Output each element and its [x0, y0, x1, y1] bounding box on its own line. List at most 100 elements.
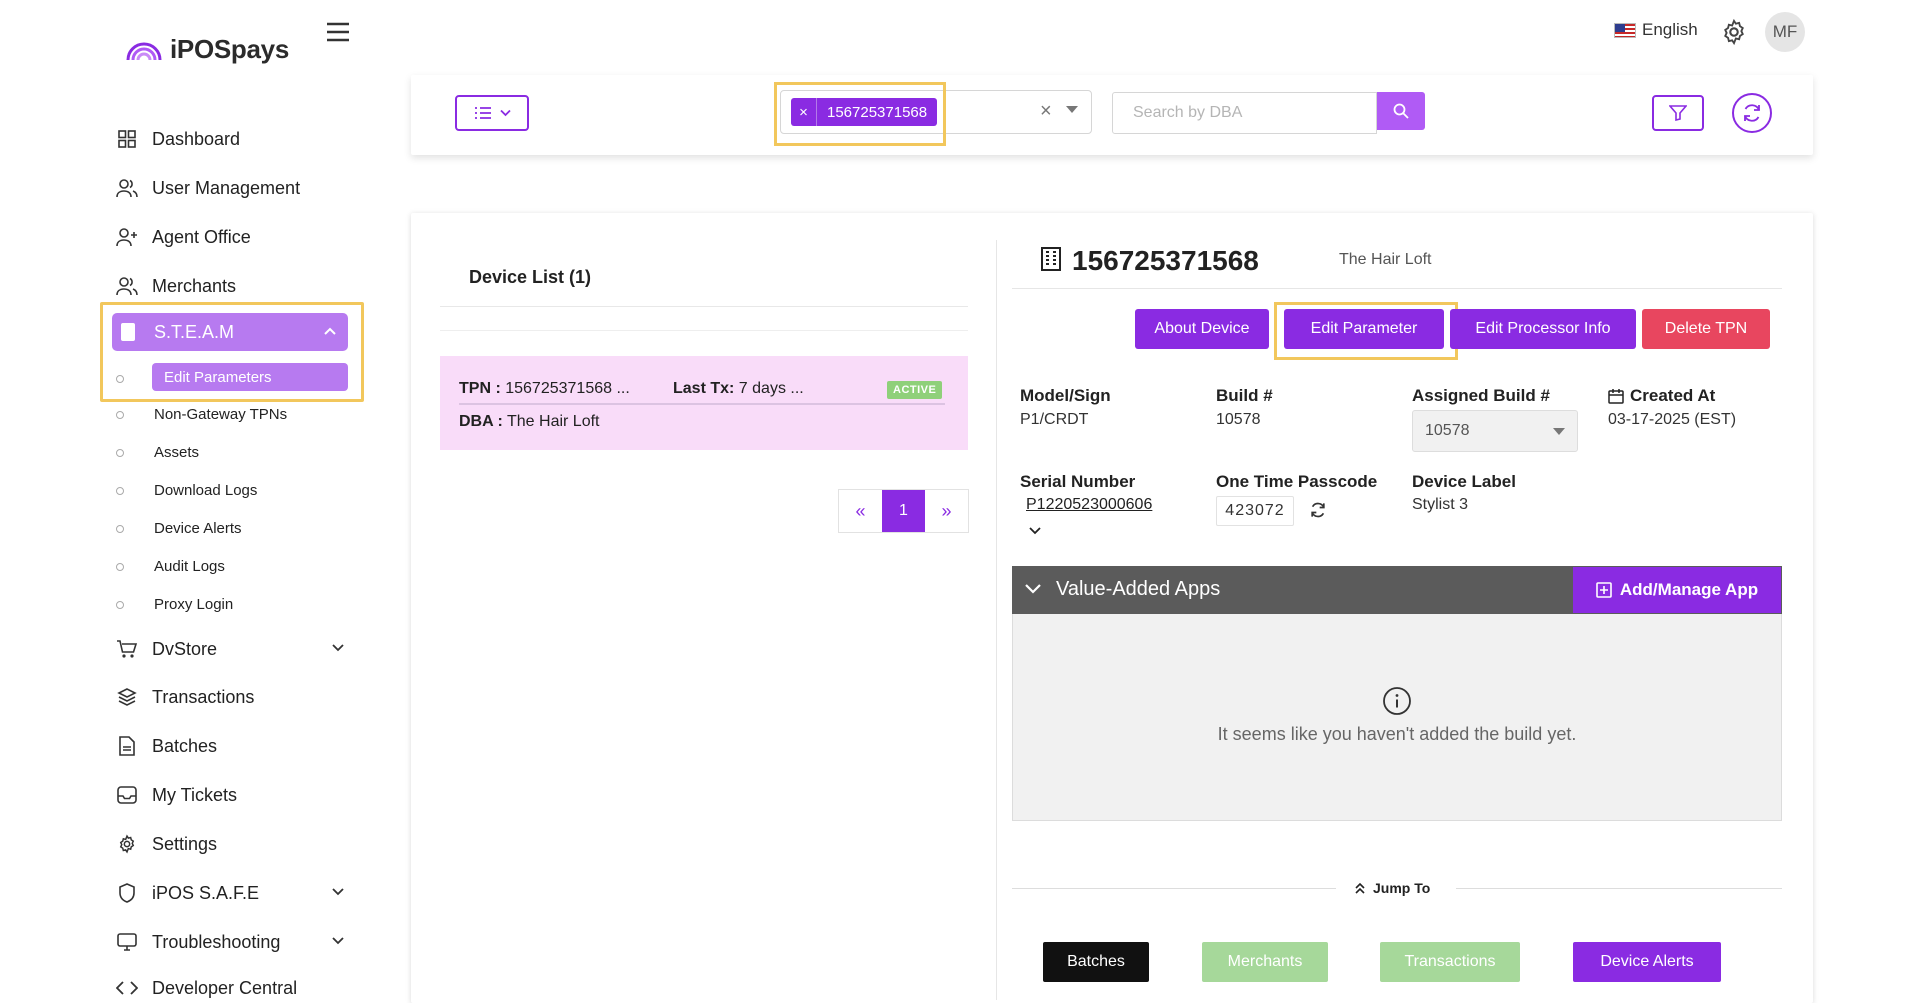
device-last-tx: Last Tx: 7 days ... [673, 380, 804, 398]
sidebar-subitem-proxy-login[interactable]: Proxy Login [116, 596, 233, 613]
sidebar-item-transactions[interactable]: Transactions [116, 686, 254, 708]
about-device-button[interactable]: About Device [1135, 309, 1269, 349]
add-manage-app-label: Add/Manage App [1619, 580, 1759, 599]
search-dba-input[interactable] [1112, 92, 1377, 134]
sidebar-subitem-audit-logs[interactable]: Audit Logs [116, 558, 225, 575]
jump-batches-button[interactable]: Batches [1043, 942, 1149, 982]
dropdown-caret-icon[interactable] [1066, 106, 1078, 113]
dba-value: The Hair Loft [507, 413, 600, 430]
value-added-apps-body [1012, 614, 1782, 821]
sidebar-subitem-download-logs[interactable]: Download Logs [116, 482, 257, 499]
sidebar-item-my-tickets[interactable]: My Tickets [116, 784, 237, 806]
chevron-down-icon[interactable] [1024, 582, 1042, 596]
model-value: P1/CRDT [1020, 411, 1089, 428]
jump-transactions-button[interactable]: Transactions [1380, 942, 1520, 982]
sidebar-item-dvstore[interactable]: DvStore [116, 638, 217, 660]
build-value: 10578 [1216, 411, 1261, 428]
sidebar-item-merchants[interactable]: Merchants [116, 275, 236, 297]
list-view-toggle-button[interactable] [455, 95, 529, 131]
created-at-value: 03-17-2025 (EST) [1608, 411, 1737, 428]
edit-processor-info-button[interactable]: Edit Processor Info [1450, 309, 1636, 349]
delete-tpn-button[interactable]: Delete TPN [1642, 309, 1770, 349]
sidebar-item-troubleshooting[interactable]: Troubleshooting [116, 931, 280, 953]
brand-logo[interactable]: iPOSpays [124, 34, 289, 65]
bullet-icon [116, 375, 124, 383]
code-icon [116, 977, 138, 999]
users-icon [116, 275, 138, 297]
users-icon [116, 177, 138, 199]
jump-merchants-button[interactable]: Merchants [1202, 942, 1328, 982]
sidebar-subitem-device-alerts[interactable]: Device Alerts [116, 520, 242, 537]
sidebar-subitem-label: Non-Gateway TPNs [154, 406, 288, 423]
menu-toggle-icon[interactable] [324, 20, 352, 44]
assigned-build-select[interactable]: 10578 [1412, 410, 1578, 452]
sidebar-subitem-edit-parameters[interactable]: Edit Parameters [152, 363, 348, 391]
otp-value: 423072 [1216, 496, 1294, 526]
sidebar-subitem-non-gateway-tpns[interactable]: Non-Gateway TPNs [116, 406, 287, 423]
sidebar-item-dashboard[interactable]: Dashboard [116, 128, 240, 150]
plus-square-icon [1596, 582, 1612, 598]
device-list-title: Device List (1) [469, 267, 592, 287]
add-manage-app-button[interactable]: Add/Manage App [1573, 567, 1781, 613]
chevron-down-icon[interactable] [332, 887, 346, 901]
language-label: English [1642, 20, 1698, 39]
sidebar-item-user-management[interactable]: User Management [116, 177, 300, 199]
filter-button[interactable] [1652, 95, 1704, 131]
chevron-down-icon[interactable] [332, 643, 346, 657]
jump-device-alerts-button[interactable]: Device Alerts [1573, 942, 1721, 982]
sidebar-subitem-label: Download Logs [154, 482, 258, 499]
file-icon [116, 735, 138, 757]
serial-number-link[interactable]: P1220523000606 [1026, 496, 1152, 514]
otp-label: One Time Passcode [1216, 472, 1378, 491]
sidebar-item-label: Developer Central [152, 977, 298, 998]
panel-divider [996, 240, 997, 1000]
us-flag-icon [1614, 22, 1636, 38]
chevron-down-icon[interactable] [1028, 526, 1042, 536]
user-avatar[interactable]: MF [1765, 12, 1805, 52]
chevron-down-icon[interactable] [332, 936, 346, 950]
sidebar-item-settings[interactable]: Settings [116, 833, 217, 855]
sidebar-item-label: DvStore [152, 638, 218, 659]
divider [440, 330, 968, 331]
search-button[interactable] [1377, 92, 1425, 130]
brand-name: iPOSpays [170, 34, 289, 64]
sidebar-item-label: Batches [152, 735, 218, 756]
search-icon [1393, 103, 1409, 119]
refresh-button[interactable] [1732, 93, 1772, 133]
next-page-button[interactable]: » [925, 490, 968, 532]
tpn-highlight-box [774, 82, 946, 146]
dropdown-caret-icon [1553, 428, 1565, 435]
sidebar-item-agent-office[interactable]: Agent Office [116, 226, 251, 248]
build-label: Build # [1216, 386, 1273, 405]
sidebar-item-ipos-safe[interactable]: iPOS S.A.F.E [116, 882, 259, 904]
assigned-build-value: 10578 [1425, 422, 1470, 439]
list-icon [474, 107, 491, 119]
monitor-icon [116, 931, 138, 953]
sidebar-item-batches[interactable]: Batches [116, 735, 217, 757]
refresh-otp-icon[interactable] [1308, 500, 1328, 520]
divider [459, 403, 945, 405]
divider [1012, 888, 1336, 889]
device-label-value: Stylist 3 [1412, 496, 1469, 513]
shield-icon [116, 882, 138, 904]
sidebar-item-label: User Management [152, 177, 301, 198]
device-dba-subtitle: The Hair Loft [1339, 251, 1432, 268]
rainbow-logo-icon [126, 42, 162, 60]
sidebar-subitem-assets[interactable]: Assets [116, 444, 199, 461]
double-chevron-up-icon [1355, 882, 1365, 894]
sidebar-item-developer-central[interactable]: Developer Central [116, 977, 297, 999]
clear-selection-icon[interactable]: × [1040, 100, 1052, 123]
grid-icon [116, 128, 138, 150]
assigned-build-label: Assigned Build # [1412, 386, 1550, 405]
settings-gear-icon[interactable] [1720, 18, 1748, 46]
prev-page-button[interactable]: « [839, 490, 882, 532]
last-tx-value: 7 days ... [738, 380, 804, 397]
edit-parameter-highlight-box [1274, 302, 1458, 360]
dba-label: DBA : [459, 413, 503, 430]
language-selector[interactable]: English [1614, 20, 1698, 40]
refresh-icon [1744, 104, 1760, 122]
divider [1456, 888, 1782, 889]
page-button-current[interactable]: 1 [882, 490, 925, 532]
value-added-apps-title: Value-Added Apps [1056, 578, 1221, 600]
jump-to-label: Jump To [1355, 880, 1430, 896]
